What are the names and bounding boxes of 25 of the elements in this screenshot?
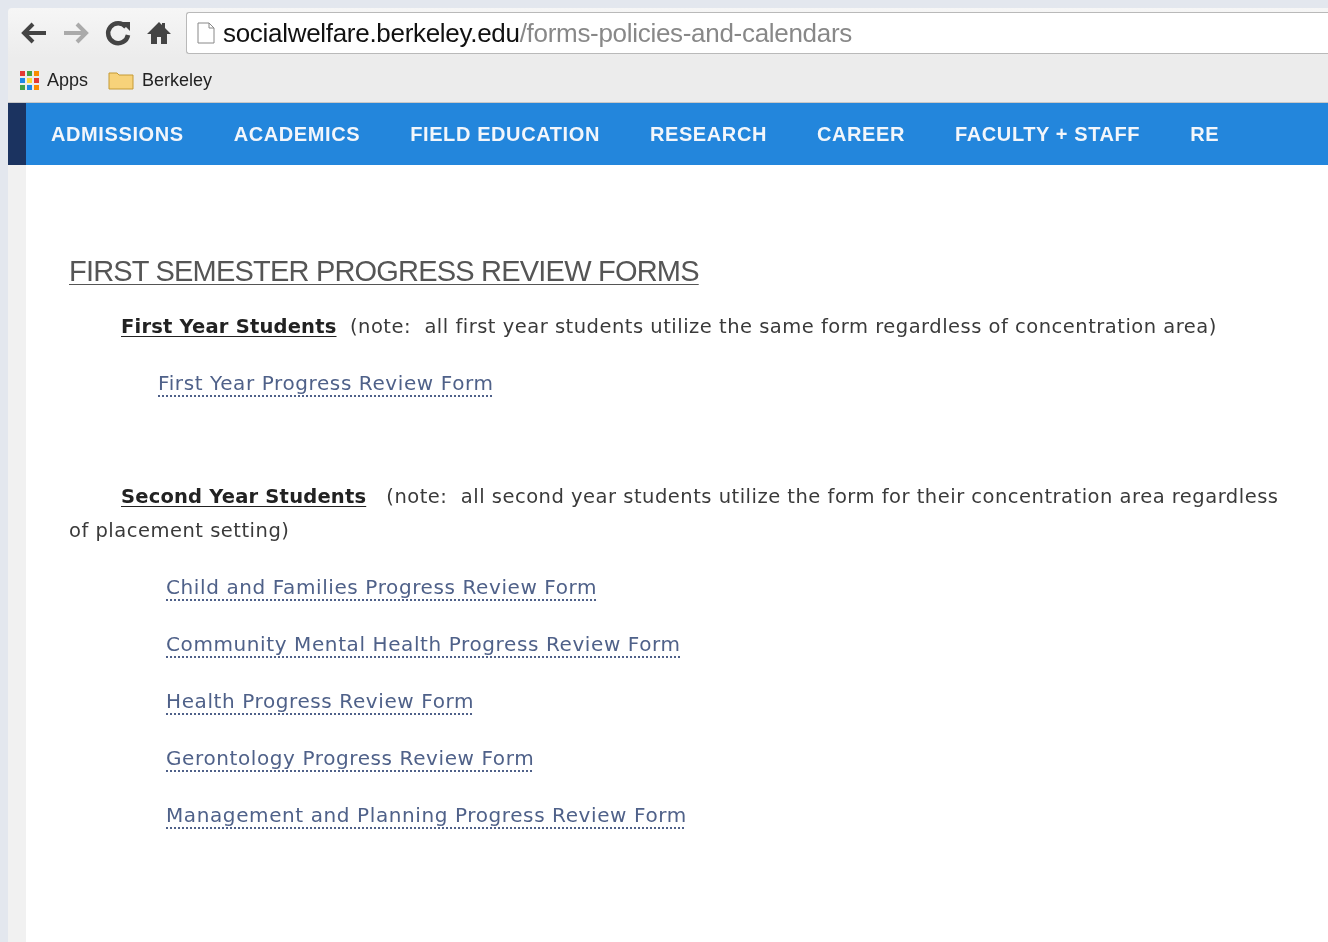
- nav-link[interactable]: FIELD EDUCATION: [385, 103, 625, 165]
- note-paragraph: Second Year Students (note: all second year students utilize the form for their concentration area regardless of placement setting): [69, 484, 1280, 544]
- section-heading: FIRST SEMESTER PROGRESS REVIEW FORMS: [69, 255, 699, 288]
- form-link[interactable]: Health Progress Review Form: [166, 684, 475, 718]
- home-icon[interactable]: [146, 20, 172, 46]
- nav-link[interactable]: FACULTY + STAFF: [930, 103, 1166, 165]
- nav-link[interactable]: CAREER: [792, 103, 931, 165]
- bookmark[interactable]: Berkeley: [108, 69, 213, 91]
- note-paragraph: First Year Students (note: all first year students utilize the same form regardless of concentration area): [120, 314, 1218, 340]
- nav-link[interactable]: RESEARCH: [624, 103, 792, 165]
- page-icon: [197, 22, 215, 44]
- form-link[interactable]: Gerontology Progress Review Form: [166, 741, 535, 775]
- bookmark[interactable]: Apps: [20, 69, 89, 91]
- address-bar[interactable]: socialwelfare.berkeley.edu/forms-policies-and-calendars: [186, 12, 1328, 54]
- nav-link[interactable]: ADMISSIONS: [26, 103, 209, 165]
- nav-link[interactable]: RE: [1165, 103, 1245, 165]
- apps-grid-icon: [20, 70, 39, 90]
- form-link[interactable]: Management and Planning Progress Review Form: [166, 798, 687, 832]
- form-link[interactable]: Community Mental Health Progress Review Form: [166, 627, 681, 661]
- nav-link[interactable]: ACADEMICS: [208, 103, 386, 165]
- folder-icon: [108, 70, 135, 90]
- reload-icon[interactable]: [104, 19, 132, 47]
- form-link[interactable]: First Year Progress Review Form: [158, 366, 494, 400]
- back-icon[interactable]: [20, 21, 48, 45]
- form-link[interactable]: Child and Families Progress Review Form: [166, 570, 598, 604]
